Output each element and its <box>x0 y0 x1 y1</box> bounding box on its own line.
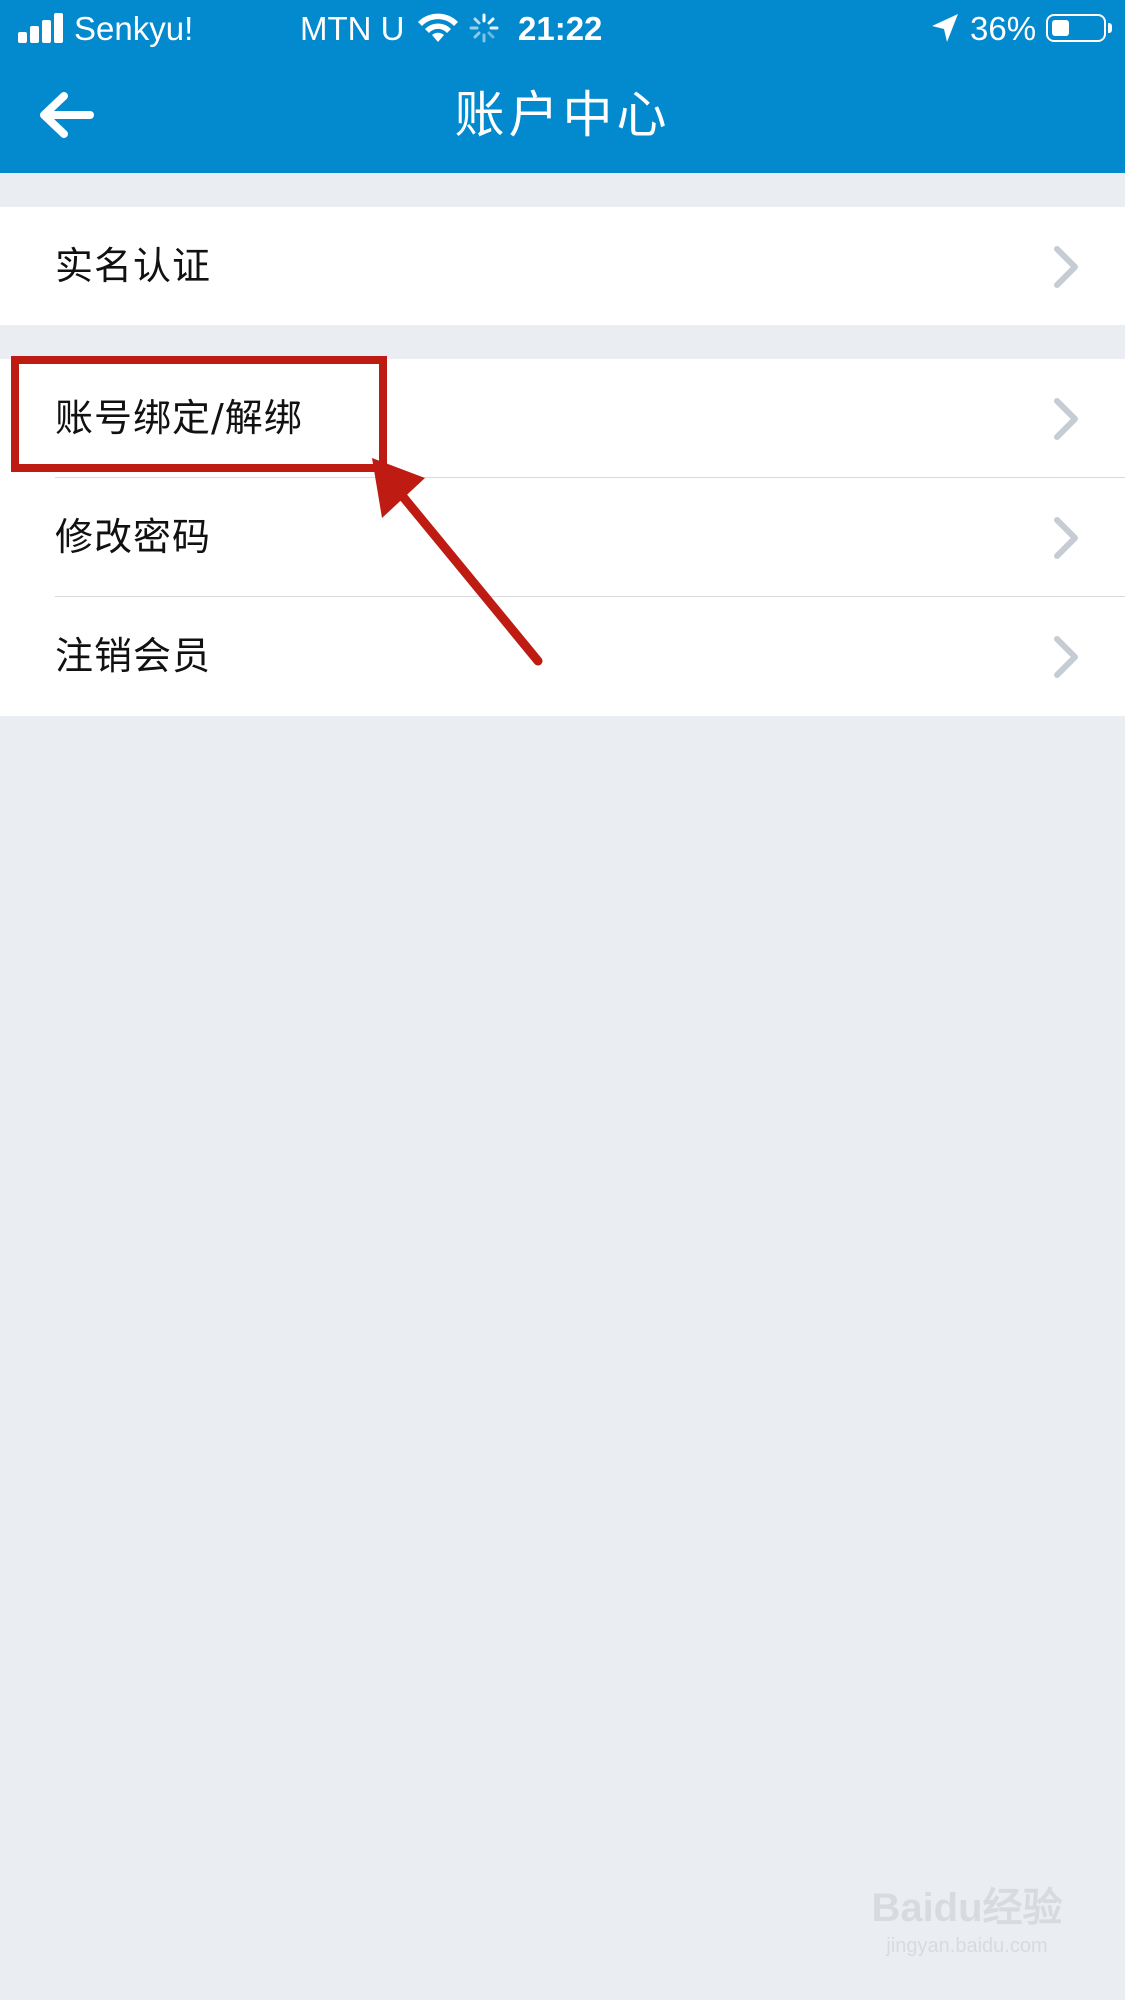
watermark-logo: Baidu经验 jingyan.baidu.com <box>862 1875 1072 1975</box>
battery-icon <box>1046 14 1112 42</box>
signal-icon <box>18 13 66 43</box>
menu-item-cancel-membership[interactable]: 注销会员 <box>0 597 1125 716</box>
nav-bar: 账户中心 <box>0 58 1125 173</box>
chevron-right-icon <box>1054 398 1078 440</box>
menu-item-label: 注销会员 <box>55 634 212 678</box>
watermark-text: Baidu经验 <box>871 1886 1063 1930</box>
carrier-name: Senkyu! <box>74 10 194 47</box>
battery-percent: 36% <box>970 10 1037 47</box>
arrow-left-icon <box>40 92 94 138</box>
status-time: 21:22 <box>518 10 603 47</box>
loading-icon <box>469 13 499 43</box>
menu-item-real-name-verification[interactable]: 实名认证 <box>0 207 1125 326</box>
app-screen: Senkyu! MTN U 21:22 36% 账户中心 实名认证 账号绑定/解… <box>0 0 1125 2000</box>
carrier-name-secondary: MTN U <box>300 10 405 47</box>
annotation-highlight-box <box>11 356 387 472</box>
status-bar: Senkyu! MTN U 21:22 36% <box>0 0 1125 58</box>
menu-group-identity: 实名认证 <box>0 207 1125 325</box>
chevron-right-icon <box>1054 246 1078 288</box>
back-button[interactable] <box>24 80 104 150</box>
menu-item-change-password[interactable]: 修改密码 <box>0 478 1125 597</box>
chevron-right-icon <box>1054 636 1078 678</box>
menu-item-label: 修改密码 <box>55 515 212 559</box>
wifi-icon <box>418 13 458 42</box>
watermark-url: jingyan.baidu.com <box>886 1935 1048 1957</box>
header: Senkyu! MTN U 21:22 36% 账户中心 <box>0 0 1125 173</box>
location-icon <box>932 14 958 42</box>
page-title: 账户中心 <box>454 86 671 144</box>
chevron-right-icon <box>1054 517 1078 559</box>
menu-item-label: 实名认证 <box>55 244 212 288</box>
